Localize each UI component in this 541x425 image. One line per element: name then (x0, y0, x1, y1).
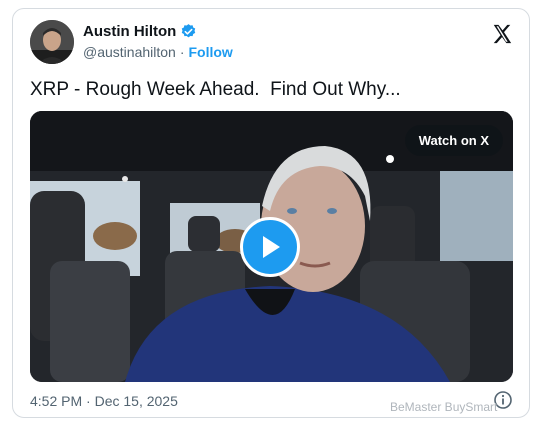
separator-dot: · (179, 44, 185, 60)
watermark-text: BeMaster BuySmart (390, 400, 498, 414)
follow-button[interactable]: Follow (189, 44, 233, 60)
watch-on-x-button[interactable]: Watch on X (404, 125, 503, 156)
avatar[interactable] (30, 20, 74, 64)
watermark: BeMaster BuySmart (390, 400, 497, 414)
video-player[interactable]: Watch on X (30, 111, 513, 382)
embedded-post-card[interactable]: Austin Hilton @austinahilton · Follow XR… (12, 8, 530, 418)
x-logo-icon[interactable] (491, 23, 513, 45)
author-name[interactable]: Austin Hilton (83, 23, 176, 40)
post-text: XRP - Rough Week Ahead. Find Out Why... (30, 79, 401, 100)
play-button[interactable] (240, 217, 300, 277)
play-icon (263, 236, 280, 258)
post-timestamp[interactable]: 4:52 PM · Dec 15, 2025 (30, 393, 178, 409)
verified-badge-icon (180, 23, 197, 40)
author-handle[interactable]: @austinahilton (83, 44, 176, 60)
